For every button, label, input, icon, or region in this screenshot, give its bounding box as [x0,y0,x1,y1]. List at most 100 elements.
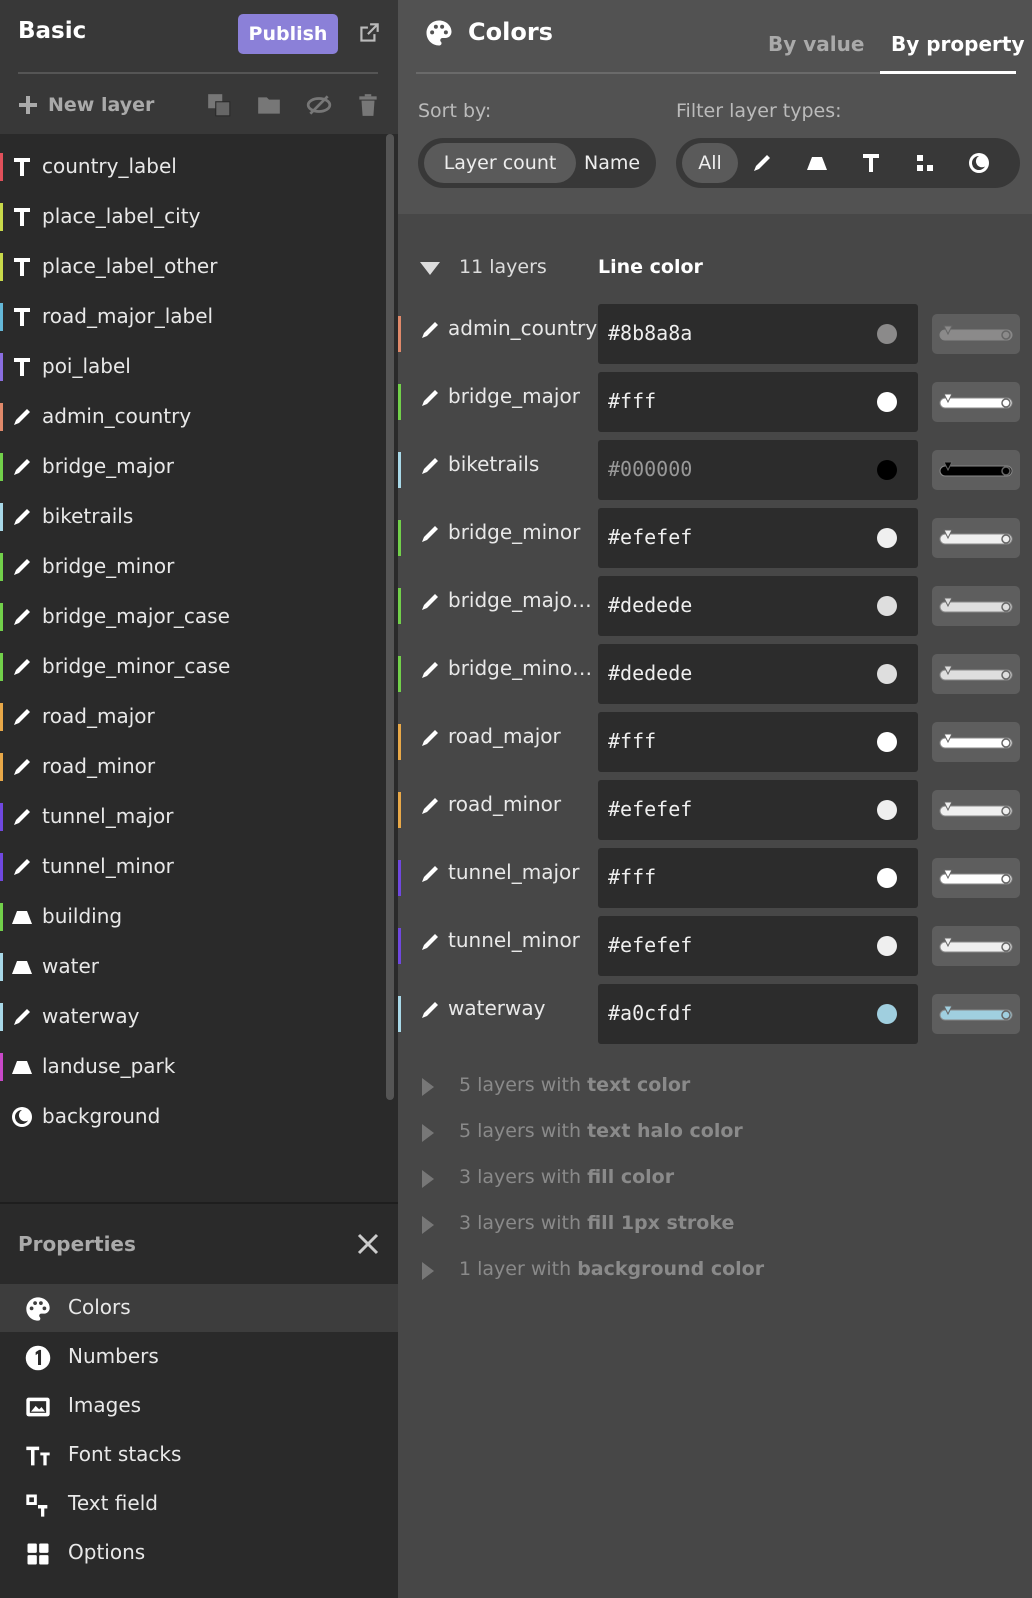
color-input[interactable]: #efefef [598,916,918,976]
color-input[interactable]: #efefef [598,508,918,568]
layer-item[interactable]: water [0,942,384,992]
layer-item[interactable]: road_minor [0,742,384,792]
fill-icon[interactable] [805,151,829,175]
layer-item[interactable]: country_label [0,142,384,192]
visibility-off-icon[interactable] [306,92,332,118]
color-swatch[interactable] [877,936,897,956]
color-input[interactable]: #fff [598,848,918,908]
layer-item[interactable]: road_major [0,692,384,742]
publish-button[interactable]: Publish [238,14,338,54]
layer-item[interactable]: place_label_other [0,242,384,292]
layer-item[interactable]: place_label_city [0,192,384,242]
color-ramp-button[interactable] [932,314,1020,354]
layer-name[interactable]: bridge_major [448,384,598,408]
layer-name[interactable]: biketrails [448,452,598,476]
properties-item-text-field[interactable]: Text field [0,1480,398,1528]
color-swatch[interactable] [877,324,897,344]
layer-name[interactable]: bridge_minor_case [448,656,598,680]
properties-item-options[interactable]: Options [0,1529,398,1577]
color-input[interactable]: #fff [598,712,918,772]
external-link-icon[interactable] [356,20,382,46]
new-layer-button[interactable]: New layer [18,90,154,120]
properties-item-numbers[interactable]: Numbers [0,1333,398,1381]
tab-by-value[interactable]: By value [768,32,864,56]
expand-triangle-icon[interactable] [422,1216,434,1234]
close-icon[interactable] [356,1232,380,1256]
layer-name[interactable]: road_major [448,724,598,748]
layer-item[interactable]: building [0,892,384,942]
collapsed-group[interactable]: 5 layers with text color [459,1074,690,1096]
layer-item[interactable]: background [0,1092,384,1142]
trash-icon[interactable] [355,92,381,118]
color-ramp-button[interactable] [932,790,1020,830]
collapsed-group[interactable]: 5 layers with text halo color [459,1120,743,1142]
circle-layer-icon[interactable] [913,151,937,175]
layer-name[interactable]: bridge_major_case [448,588,598,612]
layer-name[interactable]: tunnel_minor [448,928,598,952]
expand-triangle-icon[interactable] [422,1262,434,1280]
layer-name[interactable]: admin_country [448,316,598,340]
color-input[interactable]: #a0cfdf [598,984,918,1044]
line-icon[interactable] [750,151,774,175]
properties-item-images[interactable]: Images [0,1382,398,1430]
color-ramp-button[interactable] [932,926,1020,966]
color-ramp-button[interactable] [932,382,1020,422]
folder-icon[interactable] [256,92,282,118]
layer-item[interactable]: bridge_major_case [0,592,384,642]
layer-name[interactable]: tunnel_major [448,860,598,884]
color-input[interactable]: #8b8a8a [598,304,918,364]
layer-name[interactable]: waterway [448,996,598,1020]
sort-name-button[interactable]: Name [584,143,640,183]
layer-item[interactable]: bridge_minor [0,542,384,592]
layer-name[interactable]: bridge_minor [448,520,598,544]
symbol-icon[interactable] [859,151,883,175]
properties-item-font-stacks[interactable]: Font stacks [0,1431,398,1479]
color-input[interactable]: #fff [598,372,918,432]
expand-triangle-icon[interactable] [422,1078,434,1096]
sort-layer-count-button[interactable]: Layer count [424,143,576,183]
layer-name[interactable]: road_minor [448,792,598,816]
color-ramp-button[interactable] [932,518,1020,558]
group-layer-count[interactable]: 11 layers [459,256,547,278]
color-input[interactable]: #000000 [598,440,918,500]
color-ramp-button[interactable] [932,586,1020,626]
properties-item-colors[interactable]: Colors [0,1284,398,1332]
color-input[interactable]: #dedede [598,644,918,704]
layer-item[interactable]: tunnel_minor [0,842,384,892]
layer-item[interactable]: waterway [0,992,384,1042]
collapsed-group[interactable]: 1 layer with background color [459,1258,764,1280]
layer-list-scrollbar[interactable] [386,134,394,1100]
filter-all-button[interactable]: All [682,143,738,183]
collapsed-group[interactable]: 3 layers with fill color [459,1166,674,1188]
color-swatch[interactable] [877,664,897,684]
collapse-triangle-icon[interactable] [420,262,440,275]
layer-item[interactable]: biketrails [0,492,384,542]
color-ramp-button[interactable] [932,722,1020,762]
color-ramp-button[interactable] [932,858,1020,898]
layer-item[interactable]: bridge_minor_case [0,642,384,692]
color-swatch[interactable] [877,528,897,548]
layer-item[interactable]: admin_country [0,392,384,442]
collapsed-group[interactable]: 3 layers with fill 1px stroke [459,1212,734,1234]
color-ramp-button[interactable] [932,450,1020,490]
duplicate-icon[interactable] [206,92,232,118]
color-swatch[interactable] [877,1004,897,1024]
color-input[interactable]: #dedede [598,576,918,636]
layer-item[interactable]: landuse_park [0,1042,384,1092]
expand-triangle-icon[interactable] [422,1124,434,1142]
background-icon[interactable] [967,151,991,175]
color-ramp-button[interactable] [932,994,1020,1034]
color-swatch[interactable] [877,392,897,412]
color-swatch[interactable] [877,868,897,888]
style-title[interactable]: Basic [18,18,86,44]
layer-item[interactable]: poi_label [0,342,384,392]
tab-by-property[interactable]: By property [891,32,1025,56]
color-swatch[interactable] [877,800,897,820]
layer-item[interactable]: tunnel_major [0,792,384,842]
color-swatch[interactable] [877,460,897,480]
color-swatch[interactable] [877,732,897,752]
expand-triangle-icon[interactable] [422,1170,434,1188]
color-swatch[interactable] [877,596,897,616]
color-input[interactable]: #efefef [598,780,918,840]
color-ramp-button[interactable] [932,654,1020,694]
